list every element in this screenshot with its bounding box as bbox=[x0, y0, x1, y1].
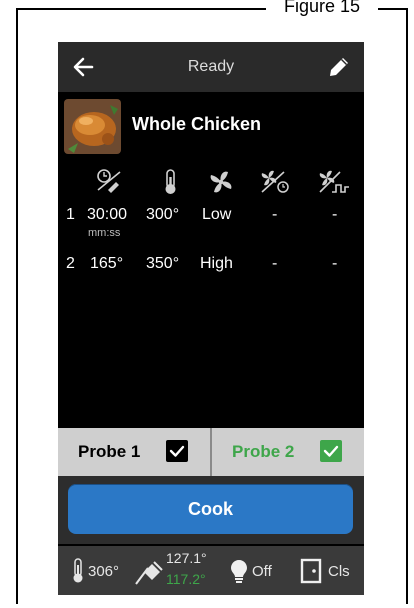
edit-button[interactable] bbox=[326, 54, 352, 80]
step-fan: High bbox=[200, 255, 233, 272]
arrow-left-icon bbox=[73, 57, 94, 77]
step-temp: 350° bbox=[146, 255, 180, 272]
step-fan-timer: - bbox=[272, 255, 278, 272]
recipe-name: Whole Chicken bbox=[132, 114, 262, 134]
probe-1-label: Probe 1 bbox=[78, 442, 141, 461]
step-fan-pulse: - bbox=[332, 255, 338, 272]
probe-1-temp: 127.1° bbox=[166, 550, 207, 566]
door-icon bbox=[300, 558, 322, 584]
step-probe-target: 165° bbox=[90, 255, 124, 272]
probe-icon bbox=[135, 561, 163, 585]
step-fan-timer: - bbox=[272, 206, 278, 223]
thermometer-icon bbox=[156, 168, 186, 196]
door-state: Cls bbox=[328, 563, 350, 580]
cook-button[interactable]: Cook bbox=[68, 484, 353, 534]
step-fan-pulse: - bbox=[332, 206, 338, 223]
probe-2-checkbox[interactable] bbox=[320, 440, 342, 462]
thermometer-icon bbox=[73, 558, 83, 583]
oven-temp: 306° bbox=[88, 563, 120, 580]
back-button[interactable] bbox=[70, 54, 98, 80]
status-bar: 306° 127.1° 117.2° Off Cls bbox=[58, 546, 364, 595]
step-index: 2 bbox=[66, 255, 75, 272]
step-time-unit: mm:ss bbox=[88, 227, 121, 239]
pencil-icon bbox=[330, 58, 348, 76]
fan-timer-icon bbox=[258, 168, 289, 196]
probe-1-toggle[interactable]: Probe 1 bbox=[58, 428, 210, 476]
fan-icon bbox=[206, 168, 236, 196]
check-icon bbox=[169, 445, 185, 457]
step-index: 1 bbox=[66, 206, 75, 223]
probe-2-temp: 117.2° bbox=[166, 571, 206, 587]
page-title: Ready bbox=[187, 58, 235, 75]
fan-pulse-icon bbox=[316, 168, 349, 196]
lightbulb-icon bbox=[231, 560, 247, 583]
check-icon bbox=[323, 445, 339, 457]
cook-area: Cook bbox=[58, 476, 364, 544]
probe-2-label: Probe 2 bbox=[232, 442, 295, 461]
roast-chicken-image bbox=[64, 99, 121, 154]
top-bar: Ready bbox=[58, 42, 364, 92]
step-temp: 300° bbox=[146, 206, 180, 223]
step-time: 30:00 bbox=[87, 206, 128, 223]
light-toggle[interactable]: Off bbox=[228, 556, 284, 586]
door-status: Cls bbox=[298, 556, 358, 586]
probe-2-toggle[interactable]: Probe 2 bbox=[212, 428, 364, 476]
oven-screen: Ready Whole Chicken 1 30:00 mm:ss 300° L… bbox=[58, 42, 364, 595]
step-row-1[interactable]: 1 30:00 mm:ss 300° Low - - bbox=[58, 206, 364, 239]
step-row-2[interactable]: 2 165° 350° High - - bbox=[58, 255, 364, 279]
light-status: Off bbox=[252, 563, 272, 580]
step-fan: Low bbox=[202, 206, 232, 223]
probe-1-checkbox[interactable] bbox=[166, 440, 188, 462]
timer-probe-icon bbox=[94, 168, 124, 196]
recipe-thumbnail bbox=[64, 99, 121, 154]
probe-bar: Probe 1 Probe 2 bbox=[58, 428, 364, 476]
figure-label: Figure 15 bbox=[266, 0, 378, 16]
